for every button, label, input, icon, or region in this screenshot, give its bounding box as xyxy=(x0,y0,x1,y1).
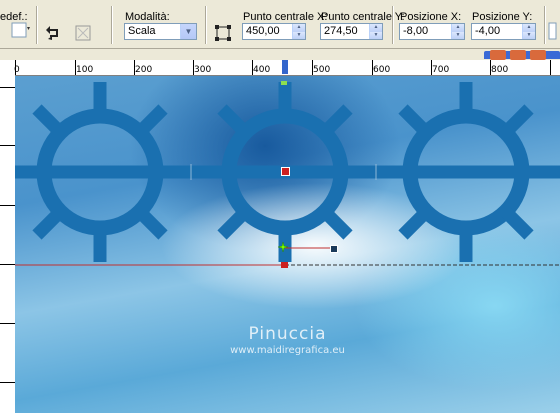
rotation-handle[interactable] xyxy=(330,245,338,253)
center-y-field[interactable]: 274,50 ▲ ▼ xyxy=(320,23,383,40)
mode-label: Modalità: xyxy=(125,11,170,23)
top-handle[interactable] xyxy=(281,81,287,85)
position-x-label: Posizione X: xyxy=(400,11,462,23)
ruler-label: 100 xyxy=(76,65,94,75)
toolbar-separator xyxy=(392,6,394,44)
position-x-value: -8,00 xyxy=(403,25,429,37)
center-x-spinner[interactable]: ▲ ▼ xyxy=(292,24,305,39)
vertical-ruler xyxy=(0,75,16,413)
center-x-label: Punto centrale X: xyxy=(243,11,328,23)
position-y-field[interactable]: -4,00 ▲ ▼ xyxy=(471,23,536,40)
apply-icon[interactable] xyxy=(72,22,94,44)
position-y-spinner[interactable]: ▲ ▼ xyxy=(522,24,535,39)
ruler-label: 800 xyxy=(491,65,509,75)
ruler-label: 700 xyxy=(432,65,450,75)
toolbar: edef.: Modalità: Scala ▼ Punto centrale … xyxy=(0,0,560,49)
position-y-label: Posizione Y: xyxy=(472,11,533,23)
minimize-icon[interactable] xyxy=(490,50,506,60)
center-x-field[interactable]: 450,00 ▲ ▼ xyxy=(242,23,306,40)
move-handle-icon[interactable] xyxy=(277,241,289,253)
watermark-url: www.maidiregrafica.eu xyxy=(230,345,345,356)
center-point-icon[interactable] xyxy=(212,22,234,44)
close-icon[interactable] xyxy=(530,50,546,60)
center-point-handle[interactable] xyxy=(281,167,290,176)
ruler-label: 600 xyxy=(373,65,391,75)
scroll-toolbar-icon[interactable] xyxy=(545,20,559,42)
ruler-label: 200 xyxy=(135,65,153,75)
position-x-spinner[interactable]: ▲ ▼ xyxy=(451,24,464,39)
center-y-value: 274,50 xyxy=(324,25,358,37)
position-y-value: -4,00 xyxy=(475,25,501,37)
ruler-label: 300 xyxy=(194,65,212,75)
bottom-handle[interactable] xyxy=(281,262,288,268)
mode-select[interactable]: Scala ▼ xyxy=(124,23,197,40)
center-x-value: 450,00 xyxy=(246,25,280,37)
horizontal-ruler: 0 100 200 300 400 500 600 700 800 xyxy=(0,60,560,76)
toolbar-separator xyxy=(111,6,113,44)
center-y-spinner[interactable]: ▲ ▼ xyxy=(369,24,382,39)
toolbar-separator xyxy=(36,6,38,44)
ruler-cursor-marker xyxy=(282,60,288,74)
image-canvas[interactable]: Pinuccia www.maidiregrafica.eu xyxy=(15,76,560,413)
ruler-label: 400 xyxy=(253,65,271,75)
chevron-down-icon[interactable]: ▼ xyxy=(180,24,196,39)
reset-icon[interactable] xyxy=(42,22,64,44)
position-x-field[interactable]: -8,00 ▲ ▼ xyxy=(399,23,465,40)
mode-select-value: Scala xyxy=(128,25,156,37)
toolbar-separator xyxy=(205,6,207,44)
watermark-title: Pinuccia xyxy=(248,324,327,344)
ruler-label: 500 xyxy=(313,65,331,75)
maximize-icon[interactable] xyxy=(510,50,526,60)
preset-dropdown-icon[interactable] xyxy=(10,20,32,42)
